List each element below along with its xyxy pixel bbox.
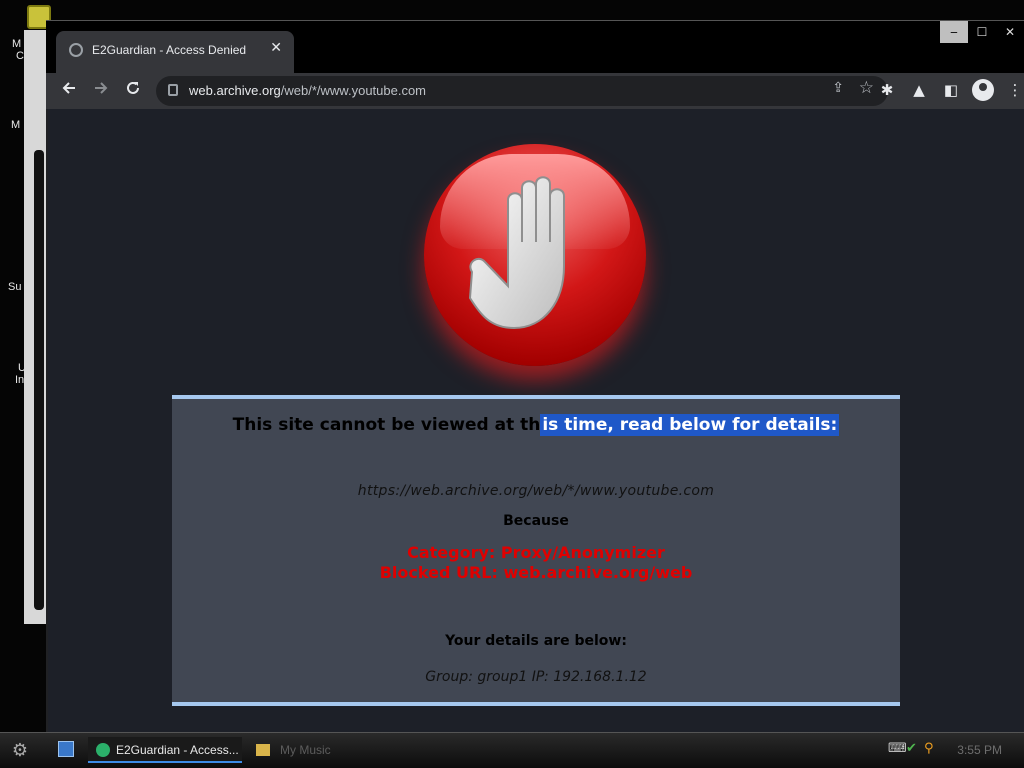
heading-selected-text: is time, read below for details: [540,414,840,436]
arrow-right-icon [95,82,108,94]
tab-title: E2Guardian - Access Denied [92,43,247,57]
taskbar: ⚙ E2Guardian - Access... My Music ⌨ ✔ ⚲ … [0,732,1024,768]
desktop-label: C [16,50,24,62]
globe-icon [69,43,83,57]
start-menu-icon[interactable]: ⚙ [8,739,32,763]
search-icon[interactable]: ⚲ [924,741,934,756]
tab-close-icon[interactable]: ✕ [270,40,282,56]
lock-icon [168,84,178,96]
profile-avatar-icon[interactable] [972,79,994,101]
reload-button[interactable] [120,78,146,104]
address-text[interactable]: web.archive.org/web/*/www.youtube.com [189,83,426,98]
maximize-button[interactable]: ☐ [968,21,996,43]
tab-strip: E2Guardian - Access Denied ✕ ‒ ☐ ✕ [46,21,1024,73]
heading-text: This site cannot be viewed at th [232,415,541,435]
category-reason: Category: Proxy/Anonymizer [407,543,665,562]
page-content: This site cannot be viewed at th is time,… [48,109,1024,733]
desktop-label: M [12,38,22,50]
arrow-left-icon [62,82,75,94]
browser-toolbar: web.archive.org/web/*/www.youtube.com ⇪ … [46,73,1024,109]
denial-panel: This site cannot be viewed at th is time,… [172,395,900,706]
url-host: web.archive.org [189,83,281,98]
page-heading: This site cannot be viewed at th is time,… [172,414,900,436]
taskbar-item-label: My Music [280,743,331,757]
browser-window: E2Guardian - Access Denied ✕ ‒ ☐ ✕ web.a… [46,20,1024,733]
address-bar[interactable]: web.archive.org/web/*/www.youtube.com ⇪ … [156,76,888,106]
bookmark-star-icon[interactable]: ☆ [859,78,874,98]
system-tray: ⌨ ✔ ⚲ [884,741,944,761]
taskbar-item-label: E2Guardian - Access... [116,743,239,757]
back-button[interactable] [56,78,82,104]
side-panel-icon[interactable]: ◧ [938,77,964,103]
folder-icon [256,744,270,756]
extensions-puzzle-icon[interactable]: ✱ [874,77,900,103]
desktop: M C M Su U In E2Guardian - Access Denied… [0,0,1024,768]
tab-access-denied[interactable]: E2Guardian - Access Denied ✕ [56,31,294,73]
reload-icon [127,81,139,94]
forward-button[interactable] [88,78,114,104]
network-icon[interactable]: ✔ [906,741,917,756]
background-window-panel [34,150,44,610]
group-ip-info: Group: group1 IP: 192.168.1.12 [425,669,647,685]
desktop-label: In [15,374,25,386]
taskbar-item-e2guardian[interactable]: E2Guardian - Access... [88,737,242,763]
clock: 3:55 PM [957,743,1002,757]
desktop-label: Su [8,281,22,293]
close-window-button[interactable]: ✕ [996,21,1024,43]
stop-hand-icon [424,144,646,366]
hand-icon [468,176,565,330]
minimize-button[interactable]: ‒ [940,21,968,43]
details-title: Your details are below: [445,633,627,649]
menu-kebab-icon[interactable]: ⋮ [1002,77,1024,103]
taskbar-item-my-music[interactable]: My Music [252,737,392,763]
url-path: /web/*/www.youtube.com [280,83,427,98]
blocked-url-reason: Blocked URL: web.archive.org/web [379,563,693,582]
blocked-url: https://web.archive.org/web/*/www.youtub… [357,483,715,499]
browser-globe-icon [96,743,110,757]
labs-flask-icon[interactable]: ▲ [906,77,932,103]
because-label: Because [503,513,569,529]
desktop-label: M [11,119,21,131]
quick-launch-icon[interactable] [58,741,74,757]
share-icon[interactable]: ⇪ [832,80,844,96]
window-controls: ‒ ☐ ✕ [940,21,1024,43]
keyboard-icon[interactable]: ⌨ [888,741,907,756]
